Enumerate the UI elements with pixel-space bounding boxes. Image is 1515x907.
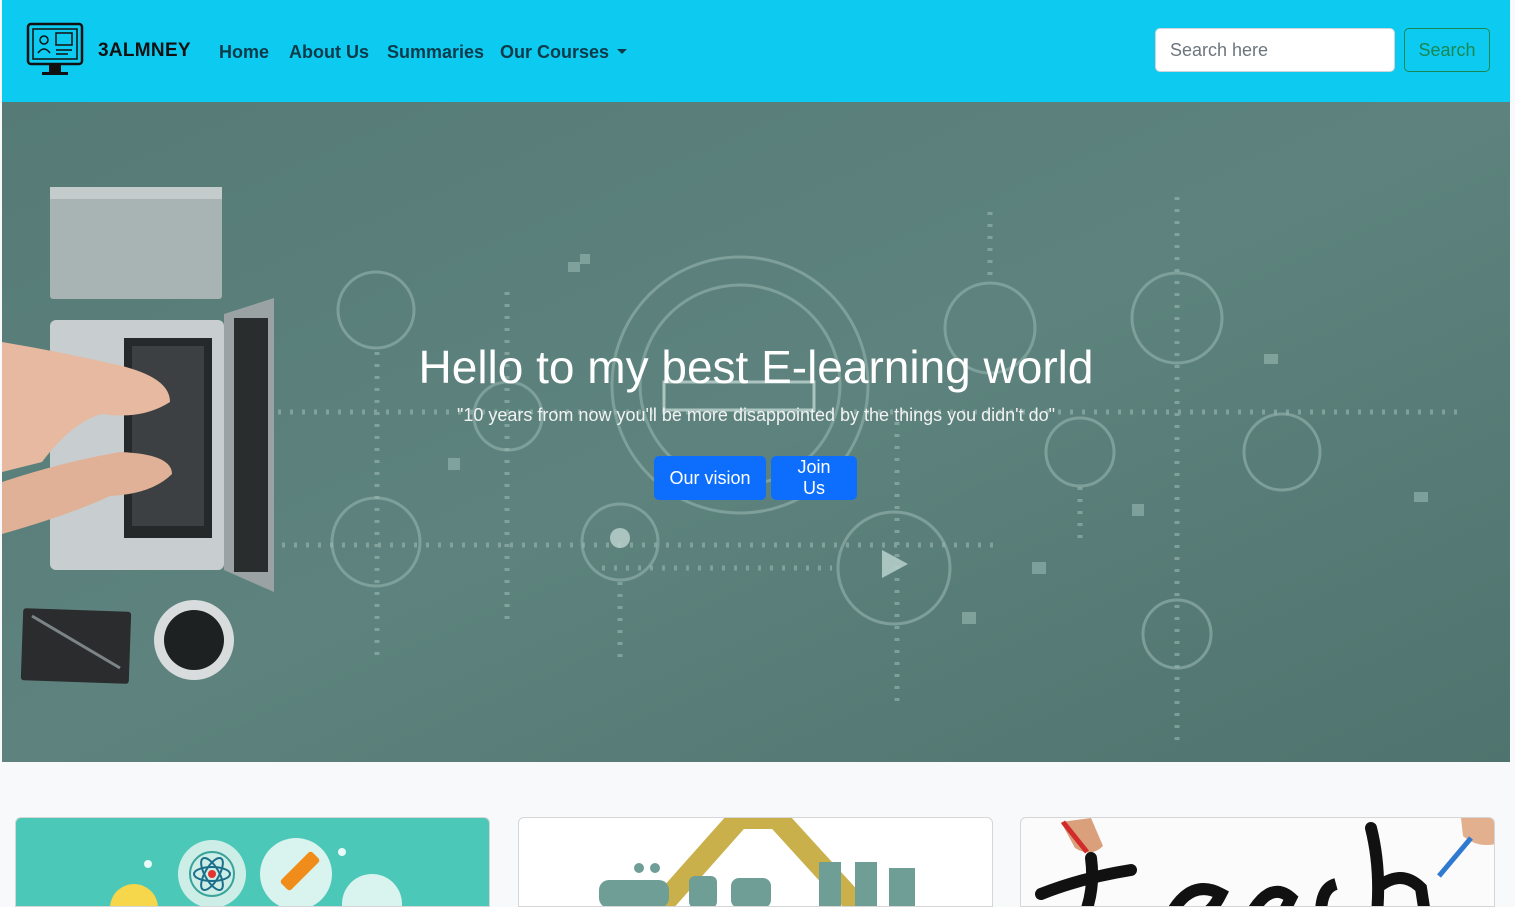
hero-title: Hello to my best E-learning world — [418, 341, 1094, 393]
nav-our-courses-dropdown[interactable]: Our Courses — [500, 42, 628, 63]
nav-about-us[interactable]: About Us — [289, 42, 369, 63]
english-handwriting-illustration — [1035, 818, 1494, 906]
search-button[interactable]: Search — [1404, 28, 1490, 72]
course-card-english[interactable] — [1020, 817, 1495, 907]
nav-our-courses-label: Our Courses — [500, 42, 610, 62]
navbar: 3ALMNEY Home About Us Summaries Our Cour… — [2, 0, 1510, 102]
search-input[interactable] — [1155, 28, 1395, 72]
our-vision-button[interactable]: Our vision — [654, 456, 766, 500]
hero-carousel: Hello to my best E-learning world "10 ye… — [2, 102, 1510, 762]
hero-quote: "10 years from now you'll be more disapp… — [457, 405, 1055, 425]
course-card-arabic[interactable] — [518, 817, 993, 907]
nav-home[interactable]: Home — [219, 42, 269, 63]
nav-summaries[interactable]: Summaries — [387, 42, 484, 63]
hero-background-image — [2, 102, 1510, 762]
join-us-button[interactable]: Join Us — [771, 456, 857, 500]
caret-down-icon — [617, 49, 628, 54]
arabic-language-logo — [599, 818, 915, 906]
computer-learning-icon[interactable] — [24, 20, 86, 82]
brand-name[interactable]: 3ALMNEY — [98, 40, 191, 62]
science-icons-illustration — [110, 838, 402, 906]
course-card-science[interactable] — [15, 817, 490, 907]
